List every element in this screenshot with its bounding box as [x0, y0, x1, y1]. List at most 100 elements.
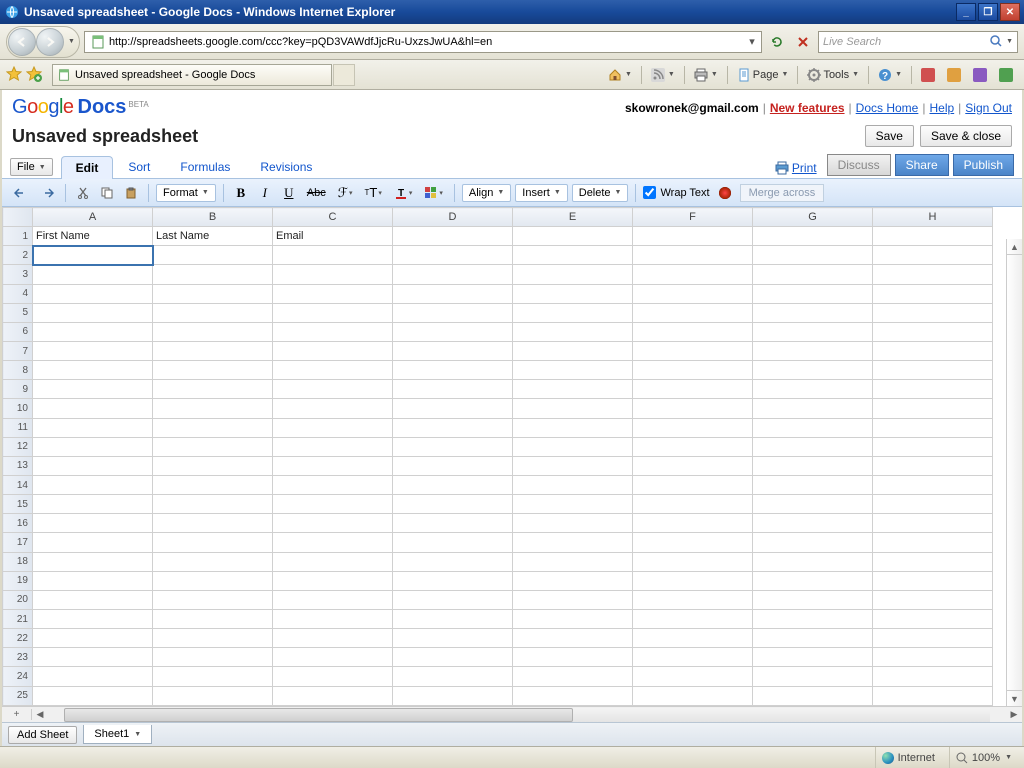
- cell-F12[interactable]: [633, 437, 753, 456]
- cell-F4[interactable]: [633, 284, 753, 303]
- cell-F2[interactable]: [633, 246, 753, 265]
- col-header-D[interactable]: D: [393, 208, 513, 227]
- row-header-25[interactable]: 25: [3, 686, 33, 705]
- cell-A15[interactable]: [33, 495, 153, 514]
- cell-H17[interactable]: [873, 533, 993, 552]
- cell-H4[interactable]: [873, 284, 993, 303]
- cell-C10[interactable]: [273, 399, 393, 418]
- cell-G6[interactable]: [753, 322, 873, 341]
- cell-A14[interactable]: [33, 475, 153, 494]
- cell-D4[interactable]: [393, 284, 513, 303]
- cell-H2[interactable]: [873, 246, 993, 265]
- row-header-10[interactable]: 10: [3, 399, 33, 418]
- cell-E3[interactable]: [513, 265, 633, 284]
- print-link[interactable]: Print: [775, 161, 817, 175]
- cell-G4[interactable]: [753, 284, 873, 303]
- cell-D19[interactable]: [393, 571, 513, 590]
- cell-G24[interactable]: [753, 667, 873, 686]
- row-header-19[interactable]: 19: [3, 571, 33, 590]
- cell-G15[interactable]: [753, 495, 873, 514]
- cell-E8[interactable]: [513, 361, 633, 380]
- cell-H23[interactable]: [873, 648, 993, 667]
- merge-across-button[interactable]: Merge across: [740, 184, 825, 202]
- search-dropdown[interactable]: ▼: [1006, 38, 1013, 45]
- cell-E19[interactable]: [513, 571, 633, 590]
- cell-A3[interactable]: [33, 265, 153, 284]
- cell-E13[interactable]: [513, 456, 633, 475]
- zoom-control[interactable]: 100% ▼: [949, 747, 1018, 768]
- cell-F9[interactable]: [633, 380, 753, 399]
- cell-F11[interactable]: [633, 418, 753, 437]
- cell-A25[interactable]: [33, 686, 153, 705]
- discuss-button[interactable]: Discuss: [827, 154, 891, 176]
- cell-B19[interactable]: [153, 571, 273, 590]
- row-header-8[interactable]: 8: [3, 361, 33, 380]
- cell-D8[interactable]: [393, 361, 513, 380]
- scroll-right-icon[interactable]: ▶: [1006, 709, 1022, 720]
- new-features-link[interactable]: New features: [770, 101, 845, 115]
- cell-E22[interactable]: [513, 629, 633, 648]
- row-header-18[interactable]: 18: [3, 552, 33, 571]
- save-close-button[interactable]: Save & close: [920, 125, 1012, 147]
- cell-C14[interactable]: [273, 475, 393, 494]
- favorites-center-icon[interactable]: [6, 66, 24, 84]
- cell-D21[interactable]: [393, 609, 513, 628]
- cell-B15[interactable]: [153, 495, 273, 514]
- row-header-21[interactable]: 21: [3, 609, 33, 628]
- cell-G7[interactable]: [753, 341, 873, 360]
- cell-G16[interactable]: [753, 514, 873, 533]
- cell-A19[interactable]: [33, 571, 153, 590]
- col-header-G[interactable]: G: [753, 208, 873, 227]
- cell-G8[interactable]: [753, 361, 873, 380]
- row-header-1[interactable]: 1: [3, 227, 33, 246]
- cell-G23[interactable]: [753, 648, 873, 667]
- cell-D12[interactable]: [393, 437, 513, 456]
- cell-G18[interactable]: [753, 552, 873, 571]
- cell-B24[interactable]: [153, 667, 273, 686]
- cell-D20[interactable]: [393, 590, 513, 609]
- cell-B25[interactable]: [153, 686, 273, 705]
- row-header-23[interactable]: 23: [3, 648, 33, 667]
- ext-icon-1[interactable]: [916, 65, 940, 85]
- cell-F14[interactable]: [633, 475, 753, 494]
- cell-A24[interactable]: [33, 667, 153, 686]
- cell-E23[interactable]: [513, 648, 633, 667]
- cell-B14[interactable]: [153, 475, 273, 494]
- cell-E21[interactable]: [513, 609, 633, 628]
- row-header-3[interactable]: 3: [3, 265, 33, 284]
- add-favorite-icon[interactable]: [26, 66, 44, 84]
- cell-C15[interactable]: [273, 495, 393, 514]
- scroll-up-icon[interactable]: ▲: [1007, 239, 1022, 255]
- row-header-12[interactable]: 12: [3, 437, 33, 456]
- cell-C21[interactable]: [273, 609, 393, 628]
- home-button[interactable]: ▼: [603, 65, 637, 85]
- cell-G22[interactable]: [753, 629, 873, 648]
- ext-icon-3[interactable]: [968, 65, 992, 85]
- cell-A11[interactable]: [33, 418, 153, 437]
- cell-A20[interactable]: [33, 590, 153, 609]
- row-header-2[interactable]: 2: [3, 246, 33, 265]
- cell-G19[interactable]: [753, 571, 873, 590]
- scroll-left-icon[interactable]: ◀: [32, 709, 48, 720]
- security-zone[interactable]: Internet: [875, 747, 941, 768]
- cell-A4[interactable]: [33, 284, 153, 303]
- cell-H13[interactable]: [873, 456, 993, 475]
- cell-H12[interactable]: [873, 437, 993, 456]
- cell-A6[interactable]: [33, 322, 153, 341]
- cell-E24[interactable]: [513, 667, 633, 686]
- sign-out-link[interactable]: Sign Out: [965, 101, 1012, 115]
- cell-F23[interactable]: [633, 648, 753, 667]
- cell-D9[interactable]: [393, 380, 513, 399]
- cell-B4[interactable]: [153, 284, 273, 303]
- format-dropdown[interactable]: Format▼: [156, 184, 216, 202]
- close-button[interactable]: ✕: [1000, 3, 1020, 21]
- cell-B2[interactable]: [153, 246, 273, 265]
- cell-A1[interactable]: First Name: [33, 227, 153, 246]
- cell-A7[interactable]: [33, 341, 153, 360]
- cell-H7[interactable]: [873, 341, 993, 360]
- cell-B17[interactable]: [153, 533, 273, 552]
- address-dropdown-icon[interactable]: ▾: [745, 35, 759, 48]
- cell-H16[interactable]: [873, 514, 993, 533]
- row-header-13[interactable]: 13: [3, 456, 33, 475]
- row-header-17[interactable]: 17: [3, 533, 33, 552]
